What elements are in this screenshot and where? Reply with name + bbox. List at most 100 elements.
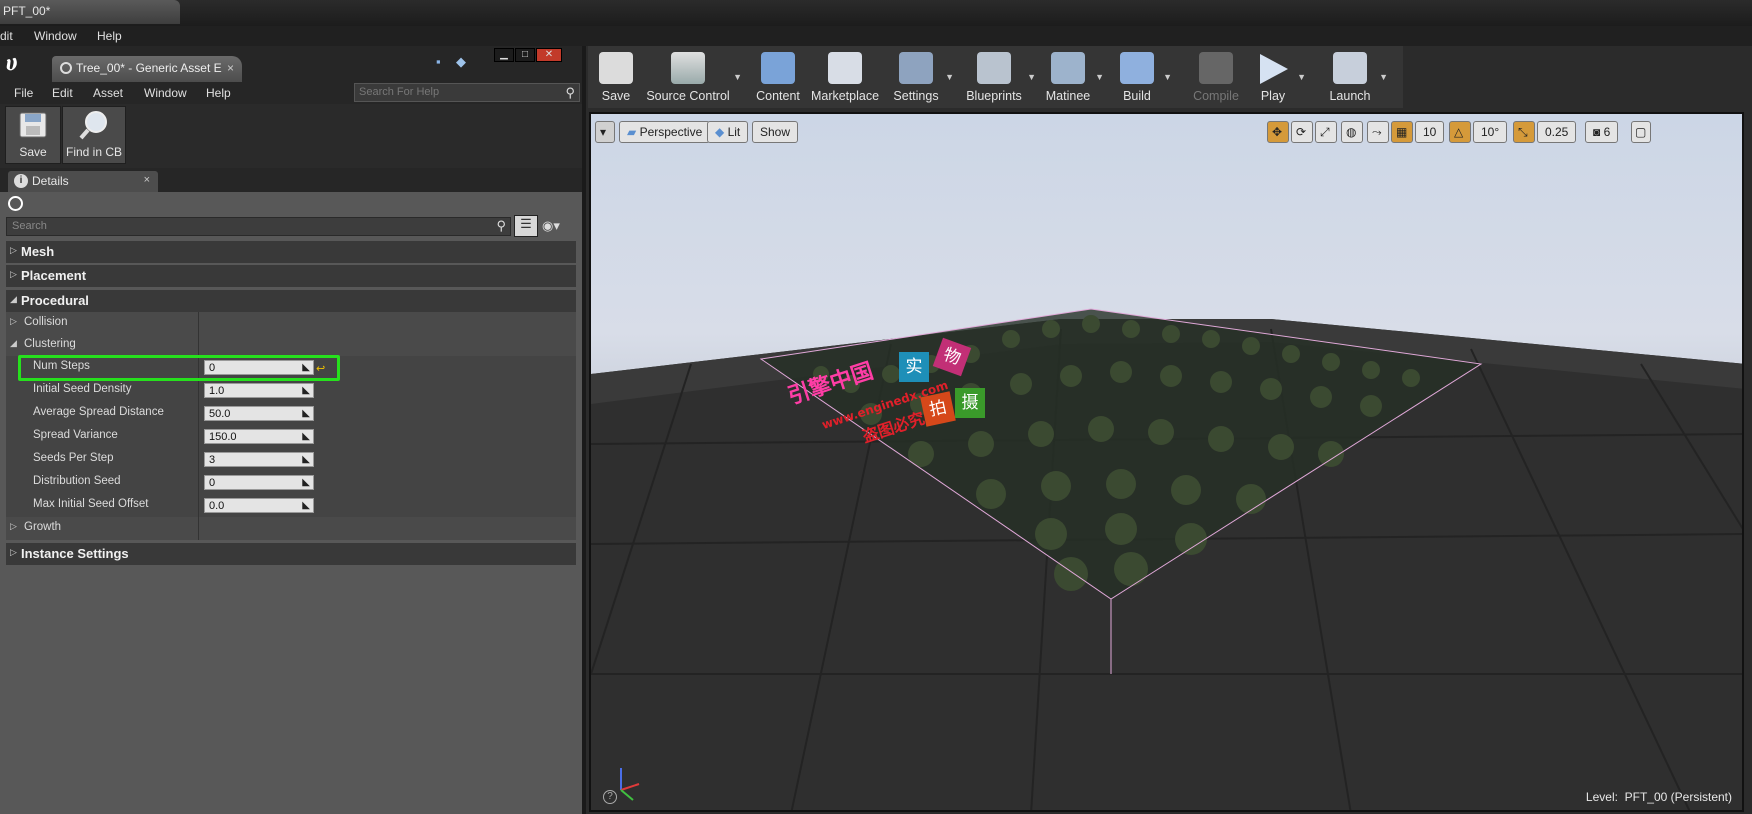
camera-speed-button[interactable]: ◙ 6 — [1585, 121, 1619, 143]
camera-icon: ◙ — [1593, 125, 1604, 139]
property-name: Max Initial Seed Offset — [33, 498, 149, 510]
marketplace-button[interactable]: Marketplace — [808, 48, 882, 106]
maximize-viewport-icon[interactable]: ▢ — [1631, 121, 1651, 143]
initial-seed-density-input[interactable]: 1.0 ◣ — [204, 383, 314, 398]
watermark-char-4: 摄 — [955, 388, 985, 418]
maximize-button[interactable]: □ — [515, 48, 535, 62]
spread-variance-input[interactable]: 150.0 ◣ — [204, 429, 314, 444]
close-window-button[interactable]: ✕ — [536, 48, 562, 62]
property-value: 0.0 — [209, 500, 225, 512]
feedback-icon[interactable]: ▪ — [436, 54, 441, 69]
find-in-cb-label: Find in CB — [65, 145, 123, 159]
dropdown-arrow-icon[interactable]: ▼ — [1095, 72, 1104, 82]
tutorial-icon[interactable]: ◆ — [456, 54, 466, 70]
details-tab[interactable]: i Details × — [8, 171, 158, 192]
menu-window[interactable]: Window — [34, 29, 77, 43]
dropdown-arrow-icon[interactable]: ▼ — [1379, 72, 1388, 82]
minimize-button[interactable]: ▁ — [494, 48, 514, 62]
column-divider — [198, 402, 199, 425]
rotation-snap-label: 10° — [1481, 125, 1500, 139]
category-placement[interactable]: ▷ Placement — [6, 265, 576, 287]
settings-button[interactable]: Settings ▼ — [888, 48, 954, 106]
dropdown-arrow-icon[interactable]: ▼ — [1163, 72, 1172, 82]
menu-window[interactable]: Window — [144, 86, 187, 100]
dropdown-arrow-icon[interactable]: ▼ — [1027, 72, 1036, 82]
subcategory-clustering[interactable]: ◢ Clustering — [6, 334, 576, 357]
close-tab-icon[interactable]: × — [144, 174, 150, 186]
magnifier-icon — [79, 111, 107, 140]
rotate-mode-icon[interactable]: ⟳ — [1291, 121, 1313, 143]
translate-mode-icon[interactable]: ✥ — [1267, 121, 1289, 143]
reset-to-default-icon[interactable]: ↩ — [316, 362, 325, 375]
property-matrix-button[interactable]: ☰ — [514, 215, 538, 237]
menu-asset[interactable]: Asset — [93, 86, 123, 100]
title-bar — [0, 0, 1752, 26]
expand-arrow-icon: ▷ — [10, 547, 17, 557]
scale-snap-icon[interactable]: ⤡ — [1513, 121, 1535, 143]
search-icon[interactable]: ⚲ — [565, 85, 575, 101]
average-spread-distance-input[interactable]: 50.0 ◣ — [204, 406, 314, 421]
spin-arrows-icon[interactable]: ◣ — [302, 499, 310, 513]
viewport-help-icon[interactable]: ? — [603, 790, 617, 804]
spin-arrows-icon[interactable]: ◣ — [302, 476, 310, 490]
show-button[interactable]: Show — [752, 121, 799, 143]
launch-button[interactable]: Launch ▼ — [1322, 48, 1388, 106]
compile-cube-icon — [1199, 52, 1233, 84]
category-mesh[interactable]: ▷ Mesh — [6, 241, 576, 263]
content-button[interactable]: Content — [752, 48, 804, 106]
matinee-button[interactable]: Matinee ▼ — [1042, 48, 1104, 106]
collapse-arrow-icon: ◢ — [10, 338, 17, 348]
spin-arrows-icon[interactable]: ◣ — [302, 384, 310, 398]
column-divider — [198, 494, 199, 517]
spin-arrows-icon[interactable]: ◣ — [302, 407, 310, 421]
menu-edit[interactable]: Edit — [52, 86, 73, 100]
rotation-snap-icon[interactable]: △ — [1449, 121, 1471, 143]
spin-arrows-icon[interactable]: ◣ — [302, 453, 310, 467]
world-space-icon[interactable]: ◍ — [1341, 121, 1363, 143]
build-button[interactable]: Build ▼ — [1112, 48, 1172, 106]
toolbar-label: Launch — [1329, 89, 1371, 103]
scale-mode-icon[interactable]: ⤢ — [1315, 121, 1337, 143]
spin-arrows-icon[interactable]: ◣ — [302, 430, 310, 444]
menu-help[interactable]: Help — [97, 29, 122, 43]
menu-edit[interactable]: dit — [0, 29, 13, 43]
distribution-seed-input[interactable]: 0 ◣ — [204, 475, 314, 490]
save-button[interactable]: Save — [5, 106, 61, 164]
dropdown-arrow-icon[interactable]: ▼ — [733, 72, 742, 82]
menu-help[interactable]: Help — [206, 86, 231, 100]
subcategory-growth[interactable]: ▷ Growth — [6, 517, 576, 540]
category-instance-settings[interactable]: ▷ Instance Settings — [6, 543, 576, 565]
play-button[interactable]: Play ▼ — [1250, 48, 1306, 106]
dropdown-arrow-icon[interactable]: ▼ — [1297, 72, 1306, 82]
lit-cube-icon: ◆ — [715, 125, 728, 139]
view-options-eye-icon[interactable]: ◉▾ — [542, 218, 560, 234]
details-search-input[interactable]: Search ⚲ — [6, 217, 511, 236]
close-tab-icon[interactable]: × — [227, 61, 234, 75]
toolbar-save-button[interactable]: Save — [592, 48, 640, 106]
property-row: Spread Variance 150.0 ◣ — [6, 425, 576, 448]
asset-editor-tab[interactable]: Tree_00* - Generic Asset E × — [52, 56, 242, 82]
category-procedural[interactable]: ◢ Procedural — [6, 290, 576, 312]
grid-snap-value[interactable]: 10 — [1415, 121, 1445, 143]
blueprints-button[interactable]: Blueprints ▼ — [962, 48, 1036, 106]
viewport-options-button[interactable]: ▾ — [595, 121, 615, 143]
seeds-per-step-input[interactable]: 3 ◣ — [204, 452, 314, 467]
grid-snap-icon[interactable]: ▦ — [1391, 121, 1413, 143]
compile-button[interactable]: Compile — [1188, 48, 1244, 106]
find-in-cb-button[interactable]: Find in CB — [62, 106, 126, 164]
level-viewport[interactable]: ▾ ▰ Perspective ◆ Lit Show ✥ ⟳ ⤢ ◍ ⤳ ▦ 1… — [589, 112, 1744, 812]
menu-file[interactable]: File — [14, 86, 33, 100]
surface-snap-icon[interactable]: ⤳ — [1367, 121, 1389, 143]
lit-button[interactable]: ◆ Lit — [707, 121, 749, 143]
max-initial-seed-offset-input[interactable]: 0.0 ◣ — [204, 498, 314, 513]
rotation-snap-value[interactable]: 10° — [1473, 121, 1508, 143]
search-icon[interactable]: ⚲ — [496, 218, 506, 234]
subcategory-collision[interactable]: ▷ Collision — [6, 312, 576, 335]
help-search-input[interactable]: Search For Help ⚲ — [354, 83, 580, 102]
source-control-button[interactable]: Source Control ▼ — [644, 48, 742, 106]
gamepad-icon — [977, 52, 1011, 84]
dropdown-arrow-icon[interactable]: ▼ — [945, 72, 954, 82]
perspective-button[interactable]: ▰ Perspective — [619, 121, 711, 143]
document-tab[interactable]: PFT_00* — [0, 0, 180, 24]
scale-snap-value[interactable]: 0.25 — [1537, 121, 1577, 143]
